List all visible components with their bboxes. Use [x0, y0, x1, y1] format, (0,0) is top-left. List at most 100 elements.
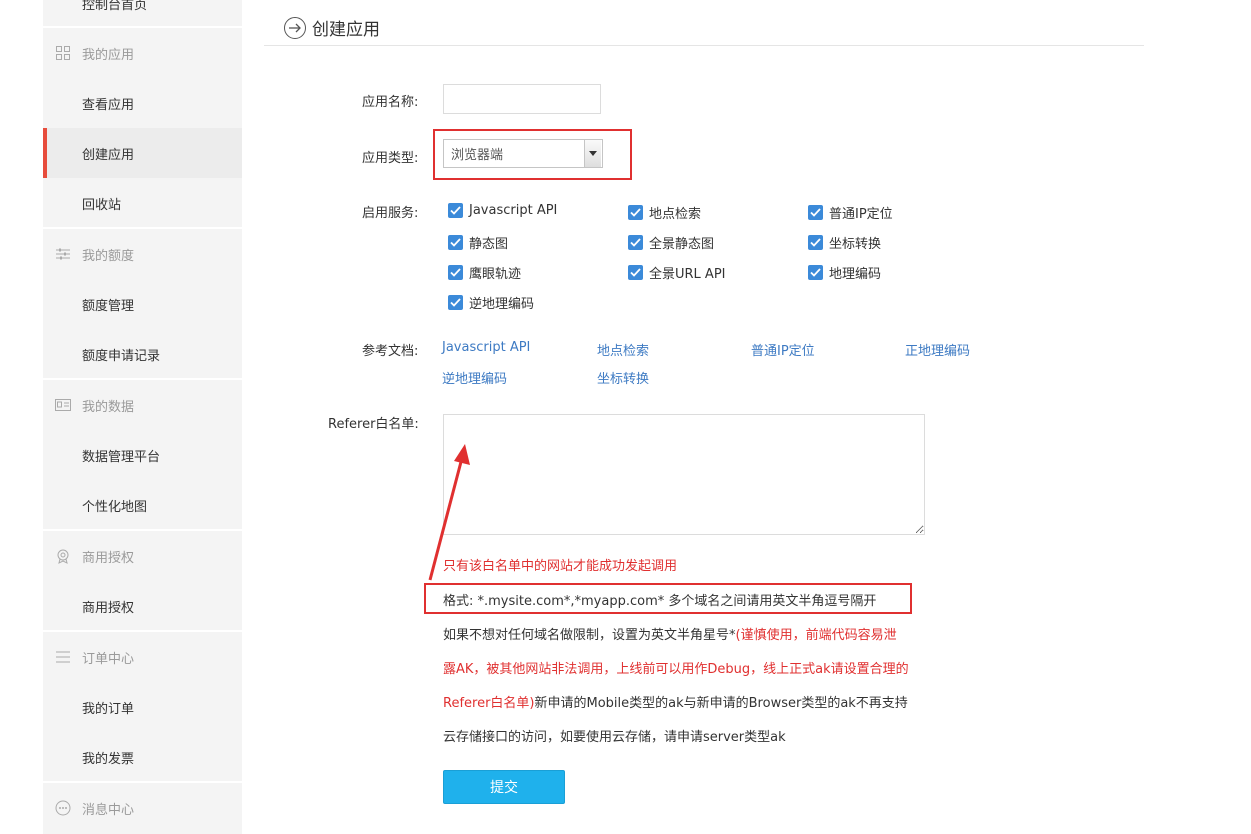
referer-textarea[interactable]	[443, 414, 925, 535]
sidebar-group-label: 商用授权	[82, 550, 135, 566]
referer-note-line-2: 露AK，被其他网站非法调用，上线前可以用作Debug，线上正式ak请设置合理的	[443, 658, 909, 677]
sidebar-item-quota-records[interactable]: 额度申请记录	[43, 329, 242, 379]
note-warning-text: Referer白名单)	[443, 696, 535, 711]
doc-link-javascript-api[interactable]: Javascript API	[442, 340, 530, 355]
sidebar-item-label: 控制台首页	[82, 0, 148, 13]
service-label: 全景静态图	[649, 237, 715, 252]
app-type-select[interactable]: 浏览器端	[443, 139, 603, 168]
sidebar-item-data-platform[interactable]: 数据管理平台	[43, 430, 242, 480]
sidebar-item-label: 商用授权	[82, 600, 135, 616]
service-label: 地理编码	[829, 267, 882, 282]
sidebar-group-my-data[interactable]: 我的数据	[43, 380, 242, 430]
grid-icon	[43, 46, 82, 60]
service-reverse-geocoding[interactable]: 逆地理编码	[448, 293, 534, 312]
service-coord-convert[interactable]: 坐标转换	[808, 233, 881, 252]
sidebar-item-my-invoices[interactable]: 我的发票	[43, 732, 242, 782]
checkbox-checked-icon[interactable]	[628, 235, 643, 250]
checkbox-checked-icon[interactable]	[808, 235, 823, 250]
sidebar-item-label: 个性化地图	[82, 499, 148, 515]
note-text: 如果不想对任何域名做限制，设置为英文半角星号*	[443, 628, 736, 643]
sidebar-item-label: 额度申请记录	[82, 348, 161, 364]
sidebar-item-console-home[interactable]: 控制台首页	[43, 0, 242, 28]
sidebar-group-messages[interactable]: 消息中心	[43, 783, 242, 833]
referer-note-line-3: Referer白名单)新申请的Mobile类型的ak与新申请的Browser类型…	[443, 692, 908, 711]
service-panorama-static[interactable]: 全景静态图	[628, 233, 714, 252]
checkbox-checked-icon[interactable]	[448, 265, 463, 280]
sidebar-item-my-orders[interactable]: 我的订单	[43, 682, 242, 732]
chevron-down-icon[interactable]	[584, 140, 601, 167]
badge-icon	[43, 549, 82, 564]
sidebar-item-create-app[interactable]: 创建应用	[43, 128, 242, 178]
sidebar-item-label: 额度管理	[82, 298, 135, 314]
sidebar-group-my-quota[interactable]: 我的额度	[43, 229, 242, 279]
checkbox-checked-icon[interactable]	[628, 265, 643, 280]
service-label: 地点检索	[649, 207, 702, 222]
id-card-icon	[43, 399, 82, 411]
list-icon	[43, 651, 82, 663]
sliders-icon	[43, 248, 82, 260]
doc-link-ip-location[interactable]: 普通IP定位	[751, 340, 815, 359]
referer-label: Referer白名单:	[328, 417, 419, 432]
referer-note-line-1: 如果不想对任何域名做限制，设置为英文半角星号*(谨慎使用，前端代码容易泄	[443, 624, 897, 643]
sidebar-item-quota-management[interactable]: 额度管理	[43, 279, 242, 329]
sidebar-item-label: 创建应用	[82, 147, 135, 163]
checkbox-checked-icon[interactable]	[808, 205, 823, 220]
chat-icon	[43, 800, 82, 816]
sidebar-item-label: 查看应用	[82, 97, 135, 113]
referer-note-line-4: 云存储接口的访问，如要使用云存储，请申请server类型ak	[443, 726, 786, 745]
doc-link-place-search[interactable]: 地点检索	[597, 340, 649, 359]
sidebar-item-label: 数据管理平台	[82, 449, 161, 465]
services-label: 启用服务:	[362, 206, 419, 221]
checkbox-checked-icon[interactable]	[808, 265, 823, 280]
sidebar-group-commercial[interactable]: 商用授权	[43, 531, 242, 581]
service-ip-location[interactable]: 普通IP定位	[808, 203, 893, 222]
sidebar-item-commercial-license[interactable]: 商用授权	[43, 581, 242, 631]
service-label: Javascript API	[469, 203, 558, 218]
referer-hint: 只有该白名单中的网站才能成功发起调用	[443, 559, 678, 574]
sidebar-group-orders[interactable]: 订单中心	[43, 632, 242, 682]
arrow-circle-icon	[284, 16, 306, 39]
checkbox-checked-icon[interactable]	[448, 235, 463, 250]
service-label: 静态图	[469, 237, 509, 252]
sidebar-group-label: 订单中心	[82, 651, 135, 667]
sidebar-item-custom-map[interactable]: 个性化地图	[43, 480, 242, 530]
sidebar-item-label: 我的发票	[82, 751, 135, 767]
app-name-label: 应用名称:	[362, 95, 419, 110]
service-javascript-api[interactable]: Javascript API	[448, 203, 557, 218]
doc-link-geocoding[interactable]: 正地理编码	[905, 340, 970, 359]
note-text: 新申请的Mobile类型的ak与新申请的Browser类型的ak不再支持	[534, 696, 908, 711]
format-text: 格式: *.mysite.com*,*myapp.com* 多个域名之间请用英文…	[443, 594, 877, 609]
service-label: 逆地理编码	[469, 297, 535, 312]
sidebar-group-label: 我的额度	[82, 248, 135, 264]
doc-link-reverse-geocoding[interactable]: 逆地理编码	[442, 368, 507, 387]
app-type-value: 浏览器端	[451, 148, 504, 163]
app-type-label: 应用类型:	[362, 151, 419, 166]
service-geocoding[interactable]: 地理编码	[808, 263, 881, 282]
service-label: 普通IP定位	[829, 207, 893, 222]
service-eagle-track[interactable]: 鹰眼轨迹	[448, 263, 521, 282]
note-warning-text: 露AK，被其他网站非法调用，上线前可以用作Debug，线上正式ak请设置合理的	[443, 662, 909, 677]
service-label: 鹰眼轨迹	[469, 267, 522, 282]
doc-link-coord-convert[interactable]: 坐标转换	[597, 368, 649, 387]
app-name-input[interactable]	[443, 84, 601, 114]
submit-button[interactable]: 提交	[443, 770, 565, 804]
sidebar-item-label: 回收站	[82, 197, 122, 213]
service-place-search[interactable]: 地点检索	[628, 203, 701, 222]
service-label: 坐标转换	[829, 237, 882, 252]
service-panorama-url-api[interactable]: 全景URL API	[628, 263, 726, 282]
page-header: 创建应用	[264, 10, 1144, 46]
sidebar-group-my-apps[interactable]: 我的应用	[43, 28, 242, 78]
checkbox-checked-icon[interactable]	[448, 295, 463, 310]
checkbox-checked-icon[interactable]	[448, 203, 463, 218]
checkbox-checked-icon[interactable]	[628, 205, 643, 220]
sidebar: 控制台首页 我的应用 查看应用 创建应用 回收站 我的额度 额度管理 额度申请记…	[43, 0, 242, 834]
sidebar-item-view-apps[interactable]: 查看应用	[43, 78, 242, 128]
sidebar-item-recycle-bin[interactable]: 回收站	[43, 178, 242, 228]
sidebar-group-label: 消息中心	[82, 802, 135, 818]
note-warning-text: (谨慎使用，前端代码容易泄	[735, 628, 897, 643]
page: 控制台首页 我的应用 查看应用 创建应用 回收站 我的额度 额度管理 额度申请记…	[0, 0, 1251, 834]
service-static-map[interactable]: 静态图	[448, 233, 508, 252]
note-text: 云存储接口的访问，如要使用云存储，请申请server类型ak	[443, 730, 786, 745]
docs-label: 参考文档:	[362, 344, 419, 359]
service-label: 全景URL API	[649, 267, 726, 282]
